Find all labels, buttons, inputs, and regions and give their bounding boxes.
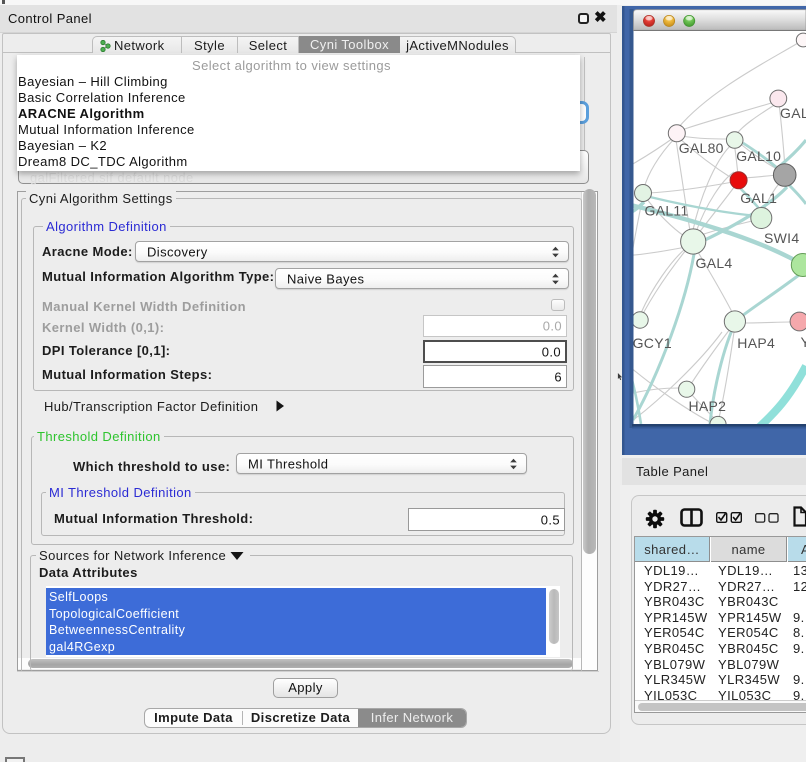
svg-text:GAL1: GAL1 bbox=[740, 190, 777, 206]
svg-text:GAL10: GAL10 bbox=[736, 148, 781, 164]
svg-text:SWI4: SWI4 bbox=[764, 230, 799, 246]
svg-text:GAL4: GAL4 bbox=[696, 255, 733, 271]
svg-text:GAL80: GAL80 bbox=[679, 140, 724, 156]
svg-text:GAL11: GAL11 bbox=[645, 203, 689, 219]
svg-text:HAP2: HAP2 bbox=[689, 398, 727, 414]
svg-text:GCY1: GCY1 bbox=[633, 335, 672, 351]
svg-text:GAL: GAL bbox=[780, 105, 806, 121]
svg-text:Y: Y bbox=[801, 334, 806, 350]
svg-text:HAP4: HAP4 bbox=[737, 335, 775, 351]
